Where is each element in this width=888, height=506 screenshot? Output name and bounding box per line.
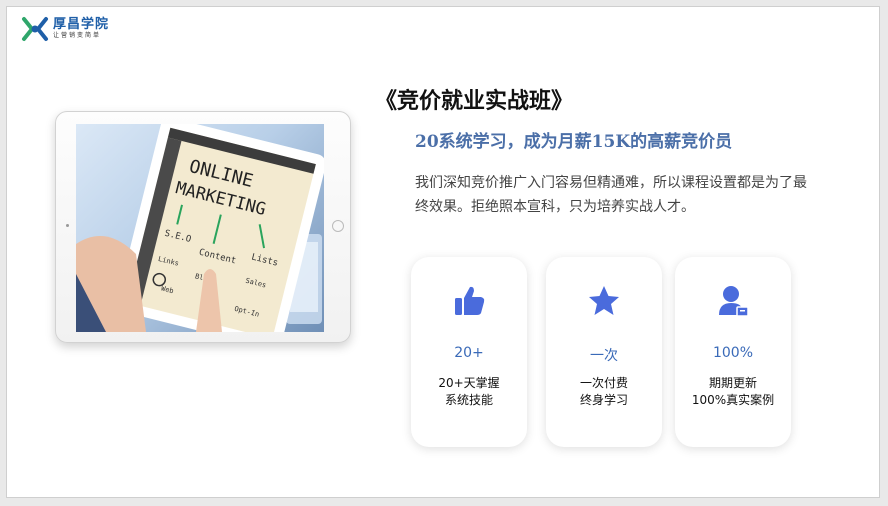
brand-logo[interactable]: 厚昌学院 让营销变简单 [21, 15, 109, 43]
logo-icon [21, 15, 49, 43]
logo-name: 厚昌学院 [53, 17, 110, 32]
logo-slogan: 让营销变简单 [53, 32, 102, 39]
card-description: 20+天掌握 系统技能 [438, 376, 500, 407]
tablet-home-button [332, 220, 344, 232]
card-value: 一次 [590, 348, 618, 364]
slide: 厚昌学院 让营销变简单 ONLINE MARKETING S.E.O Conte… [6, 6, 880, 498]
user-badge-icon [715, 283, 751, 319]
page-subtitle: 20系统学习，成为月薪15K的高薪竞价员 [415, 132, 733, 152]
thumbs-up-icon [451, 283, 487, 319]
page-title: 《竞价就业实战班》 [375, 88, 574, 114]
online-marketing-photo: ONLINE MARKETING S.E.O Content Lists Lin… [76, 124, 324, 332]
tablet-camera [66, 224, 69, 227]
feature-card-cases[interactable]: 100% 期期更新 100%真实案例 [675, 257, 791, 447]
feature-card-payment[interactable]: 一次 一次付费 终身学习 [546, 257, 662, 447]
star-icon [586, 283, 622, 319]
course-description: 我们深知竞价推广入门容易但精通难，所以课程设置都是为了最终效果。拒绝照本宣科，只… [415, 175, 807, 215]
card-description: 一次付费 终身学习 [579, 376, 628, 407]
card-description: 期期更新 100%真实案例 [691, 376, 775, 407]
tablet-image: ONLINE MARKETING S.E.O Content Lists Lin… [55, 111, 351, 343]
card-value: 100% [712, 345, 754, 361]
feature-card-skills[interactable]: 20+ 20+天掌握 系统技能 [411, 257, 527, 447]
card-value: 20+ [454, 345, 484, 361]
